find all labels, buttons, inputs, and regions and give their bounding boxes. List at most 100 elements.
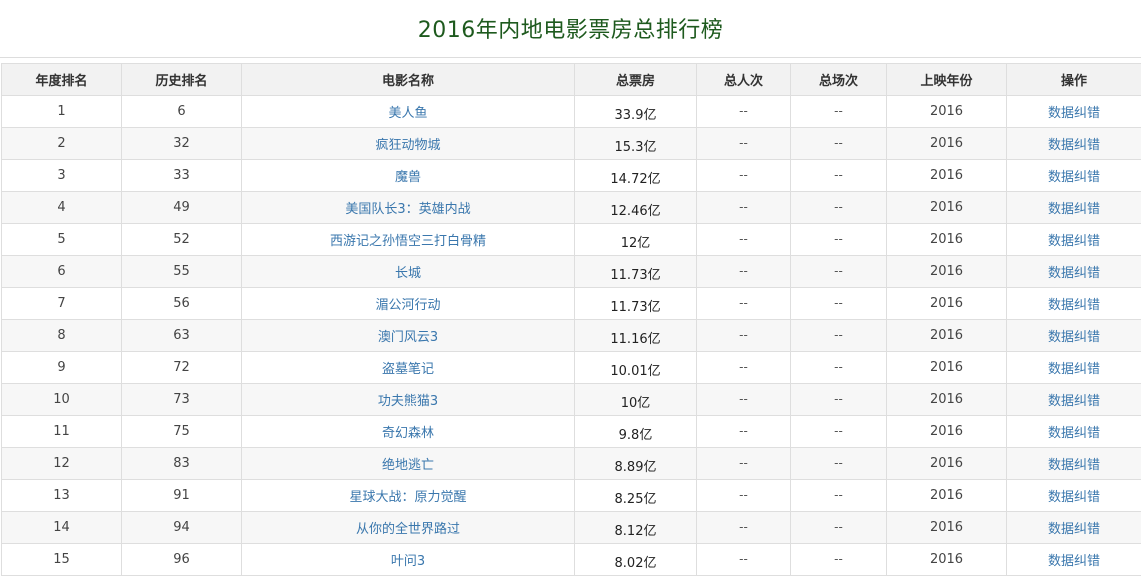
table-cell: --	[791, 480, 887, 512]
cell-year-rank: 5	[57, 232, 65, 247]
cell-year-rank: 1	[57, 104, 65, 119]
table-cell: 魔兽	[242, 160, 575, 192]
table-cell: --	[791, 128, 887, 160]
movie-name-link[interactable]: 星球大战：原力觉醒	[349, 490, 466, 505]
table-row: 1494从你的全世界路过8.12亿----2016数据纠错	[2, 512, 1141, 544]
movie-name-link[interactable]: 绝地逃亡	[382, 458, 434, 473]
movie-name-link[interactable]: 美人鱼	[388, 106, 427, 121]
table-cell: 2016	[887, 96, 1007, 128]
movie-name-link[interactable]: 奇幻森林	[382, 426, 434, 441]
cell-history-rank: 56	[173, 296, 190, 311]
table-cell: 9.8亿	[575, 416, 697, 448]
table-cell: 2016	[887, 320, 1007, 352]
data-correction-link[interactable]: 数据纠错	[1048, 202, 1100, 217]
movie-name-link[interactable]: 湄公河行动	[375, 298, 440, 313]
data-correction-link[interactable]: 数据纠错	[1048, 266, 1100, 281]
cell-total-screenings: --	[834, 104, 843, 118]
movie-name-link[interactable]: 长城	[395, 266, 421, 281]
cell-total-viewers: --	[739, 104, 748, 118]
data-correction-link[interactable]: 数据纠错	[1048, 458, 1100, 473]
movie-name-link[interactable]: 澳门风云3	[378, 330, 438, 345]
data-correction-link[interactable]: 数据纠错	[1048, 362, 1100, 377]
table-cell: --	[697, 128, 791, 160]
table-row: 449美国队长3：英雄内战12.46亿----2016数据纠错	[2, 192, 1141, 224]
movie-name-link[interactable]: 疯狂动物城	[375, 138, 440, 153]
table-cell: 73	[122, 384, 242, 416]
cell-total-box-office: 11.16亿	[610, 332, 660, 347]
movie-name-link[interactable]: 叶问3	[391, 554, 425, 569]
header-history-rank: 历史排名	[122, 64, 242, 96]
table-cell: --	[791, 96, 887, 128]
table-row: 972盗墓笔记10.01亿----2016数据纠错	[2, 352, 1141, 384]
table-cell: 8.12亿	[575, 512, 697, 544]
table-cell: 绝地逃亡	[242, 448, 575, 480]
table-cell: 2016	[887, 416, 1007, 448]
cell-year-rank: 15	[53, 552, 70, 567]
data-correction-link[interactable]: 数据纠错	[1048, 330, 1100, 345]
table-cell: 63	[122, 320, 242, 352]
data-correction-link[interactable]: 数据纠错	[1048, 138, 1100, 153]
table-cell: 10.01亿	[575, 352, 697, 384]
table-cell: 2016	[887, 352, 1007, 384]
table-cell: 澳门风云3	[242, 320, 575, 352]
cell-year-rank: 13	[53, 488, 70, 503]
data-correction-link[interactable]: 数据纠错	[1048, 426, 1100, 441]
ranking-table-wrapper: 年度排名 历史排名 电影名称 总票房 总人次 总场次 上映年份 操作 16美人鱼…	[1, 63, 1141, 576]
cell-history-rank: 91	[173, 488, 190, 503]
table-cell: 2016	[887, 192, 1007, 224]
header-year-rank: 年度排名	[2, 64, 122, 96]
movie-name-link[interactable]: 魔兽	[395, 170, 421, 185]
data-correction-link[interactable]: 数据纠错	[1048, 106, 1100, 121]
cell-year-rank: 2	[57, 136, 65, 151]
data-correction-link[interactable]: 数据纠错	[1048, 554, 1100, 569]
data-correction-link[interactable]: 数据纠错	[1048, 522, 1100, 537]
table-cell: 数据纠错	[1007, 384, 1141, 416]
cell-history-rank: 33	[173, 168, 190, 183]
cell-history-rank: 75	[173, 424, 190, 439]
header-release-year: 上映年份	[887, 64, 1007, 96]
table-cell: 奇幻森林	[242, 416, 575, 448]
cell-year-rank: 3	[57, 168, 65, 183]
cell-year-rank: 12	[53, 456, 70, 471]
data-correction-link[interactable]: 数据纠错	[1048, 394, 1100, 409]
table-cell: 数据纠错	[1007, 128, 1141, 160]
data-correction-link[interactable]: 数据纠错	[1048, 234, 1100, 249]
table-cell: 11.73亿	[575, 256, 697, 288]
table-cell: 96	[122, 544, 242, 576]
table-row: 1283绝地逃亡8.89亿----2016数据纠错	[2, 448, 1141, 480]
table-cell: --	[697, 288, 791, 320]
title-bar: 2016年内地电影票房总排行榜	[0, 0, 1141, 58]
table-cell: --	[791, 320, 887, 352]
movie-name-link[interactable]: 美国队长3：英雄内战	[345, 202, 470, 217]
movie-name-link[interactable]: 盗墓笔记	[382, 362, 434, 377]
data-correction-link[interactable]: 数据纠错	[1048, 298, 1100, 313]
table-cell: 数据纠错	[1007, 160, 1141, 192]
cell-total-screenings: --	[834, 488, 843, 502]
table-cell: 美国队长3：英雄内战	[242, 192, 575, 224]
table-cell: 2016	[887, 512, 1007, 544]
movie-name-link[interactable]: 西游记之孙悟空三打白骨精	[330, 234, 486, 249]
table-cell: 2016	[887, 448, 1007, 480]
table-cell: 75	[122, 416, 242, 448]
movie-name-link[interactable]: 功夫熊猫3	[378, 394, 438, 409]
cell-total-screenings: --	[834, 328, 843, 342]
table-cell: 7	[2, 288, 122, 320]
cell-total-box-office: 11.73亿	[610, 300, 660, 315]
table-header: 年度排名 历史排名 电影名称 总票房 总人次 总场次 上映年份 操作	[2, 64, 1141, 96]
table-cell: 14	[2, 512, 122, 544]
cell-release-year: 2016	[930, 424, 963, 439]
table-row: 552西游记之孙悟空三打白骨精12亿----2016数据纠错	[2, 224, 1141, 256]
movie-name-link[interactable]: 从你的全世界路过	[356, 522, 460, 537]
table-cell: 叶问3	[242, 544, 575, 576]
table-cell: 数据纠错	[1007, 288, 1141, 320]
table-cell: --	[791, 416, 887, 448]
table-cell: --	[697, 384, 791, 416]
table-cell: 疯狂动物城	[242, 128, 575, 160]
data-correction-link[interactable]: 数据纠错	[1048, 490, 1100, 505]
table-cell: --	[697, 512, 791, 544]
table-cell: 83	[122, 448, 242, 480]
data-correction-link[interactable]: 数据纠错	[1048, 170, 1100, 185]
table-row: 1391星球大战：原力觉醒8.25亿----2016数据纠错	[2, 480, 1141, 512]
table-cell: 2016	[887, 544, 1007, 576]
cell-release-year: 2016	[930, 168, 963, 183]
